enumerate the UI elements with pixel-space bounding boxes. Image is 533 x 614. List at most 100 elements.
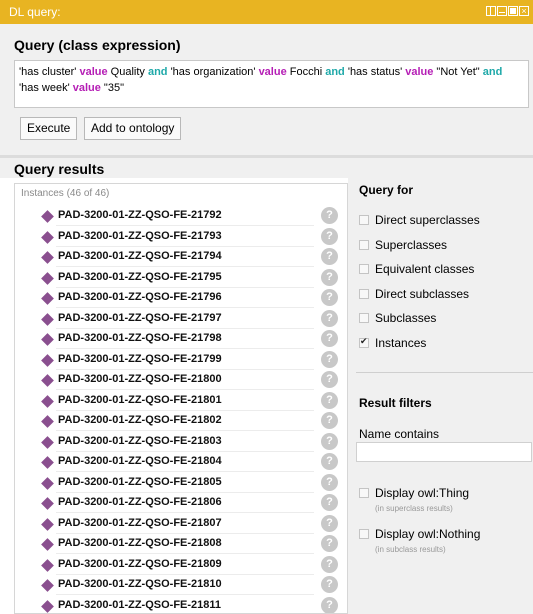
results-list[interactable]: Instances (46 of 46) PAD-3200-01-ZZ-QSO-… xyxy=(14,183,348,614)
explanation-icon[interactable]: ? xyxy=(321,391,338,409)
and-keyword: and xyxy=(325,66,345,78)
result-row[interactable]: PAD-3200-01-ZZ-QSO-FE-21797? xyxy=(15,309,347,329)
individual-diamond-icon xyxy=(41,599,54,613)
individual-name: PAD-3200-01-ZZ-QSO-FE-21809 xyxy=(58,557,222,570)
direct-superclasses-checkbox[interactable] xyxy=(359,215,369,225)
value-keyword: value xyxy=(72,82,101,94)
explanation-icon[interactable]: ? xyxy=(321,576,338,593)
superclasses-label: Superclasses xyxy=(375,237,448,252)
individual-diamond-icon xyxy=(41,230,54,244)
explanation-icon[interactable]: ? xyxy=(321,248,338,265)
display-owl-thing-checkbox[interactable] xyxy=(359,488,369,498)
display-owl-thing-note: (in superclass results) xyxy=(375,504,453,513)
superclasses-checkbox[interactable] xyxy=(359,239,369,250)
explanation-icon[interactable]: ? xyxy=(321,596,338,613)
result-row[interactable]: PAD-3200-01-ZZ-QSO-FE-21798? xyxy=(15,329,347,349)
individual-diamond-icon xyxy=(41,333,54,346)
result-row[interactable]: PAD-3200-01-ZZ-QSO-FE-21803? xyxy=(15,432,347,452)
direct-subclasses-label: Direct subclasses xyxy=(375,286,470,301)
execute-button[interactable]: Execute xyxy=(20,117,78,140)
individual-name: PAD-3200-01-ZZ-QSO-FE-21793 xyxy=(58,229,222,242)
result-row[interactable]: PAD-3200-01-ZZ-QSO-FE-21795? xyxy=(15,268,347,288)
expression-text: Quality xyxy=(107,66,148,78)
display-owl-thing-label: Display owl:Thing xyxy=(375,486,470,500)
result-row[interactable]: PAD-3200-01-ZZ-QSO-FE-21800? xyxy=(15,370,347,390)
explanation-icon[interactable]: ? xyxy=(321,371,338,388)
subclasses-checkbox[interactable] xyxy=(359,313,369,323)
individual-diamond-icon xyxy=(41,476,54,490)
individual-name: PAD-3200-01-ZZ-QSO-FE-21796 xyxy=(58,291,222,303)
explanation-icon[interactable]: ? xyxy=(321,555,338,573)
name-contains-input[interactable] xyxy=(356,442,532,462)
class-expression-editor[interactable]: 'has cluster' value Quality and 'has org… xyxy=(14,60,529,108)
name-contains-label: Name contains xyxy=(359,427,440,441)
result-row[interactable]: PAD-3200-01-ZZ-QSO-FE-21804? xyxy=(15,452,347,472)
result-row[interactable]: PAD-3200-01-ZZ-QSO-FE-21801? xyxy=(15,391,347,411)
result-row[interactable]: PAD-3200-01-ZZ-QSO-FE-21808? xyxy=(15,534,347,554)
equivalent-classes-label: Equivalent classes xyxy=(375,262,475,276)
individual-name: PAD-3200-01-ZZ-QSO-FE-21798 xyxy=(58,332,222,344)
equivalent-classes-checkbox[interactable] xyxy=(359,264,369,274)
add-to-ontology-button[interactable]: Add to ontology xyxy=(84,117,182,140)
maximize-icon[interactable] xyxy=(508,6,518,16)
value-keyword: value xyxy=(258,66,287,78)
explanation-icon[interactable]: ? xyxy=(321,473,338,491)
result-row[interactable]: PAD-3200-01-ZZ-QSO-FE-21805? xyxy=(15,473,347,493)
display-owl-nothing-note: (in subclass results) xyxy=(375,545,446,554)
result-filters-heading: Result filters xyxy=(359,396,432,410)
minimize-icon[interactable] xyxy=(497,6,507,16)
result-row[interactable]: PAD-3200-01-ZZ-QSO-FE-21799? xyxy=(15,350,347,370)
individual-name: PAD-3200-01-ZZ-QSO-FE-21806 xyxy=(58,496,222,508)
result-row[interactable]: PAD-3200-01-ZZ-QSO-FE-21811? xyxy=(15,596,347,613)
view-title-bar: DL query: × xyxy=(0,0,533,24)
result-row[interactable]: PAD-3200-01-ZZ-QSO-FE-21796? xyxy=(15,288,347,308)
results-heading: Query results xyxy=(14,161,105,177)
explanation-icon[interactable]: ? xyxy=(321,432,338,450)
explanation-icon[interactable]: ? xyxy=(321,268,338,286)
result-row[interactable]: PAD-3200-01-ZZ-QSO-FE-21806? xyxy=(15,493,347,513)
individual-name: PAD-3200-01-ZZ-QSO-FE-21807 xyxy=(58,516,222,529)
instances-label: Instances xyxy=(375,335,427,350)
explanation-icon[interactable]: ? xyxy=(321,207,338,224)
individual-diamond-icon xyxy=(41,394,54,408)
display-owl-nothing-checkbox[interactable] xyxy=(359,529,369,539)
explanation-icon[interactable]: ? xyxy=(321,453,338,470)
expression-text: Focchi xyxy=(286,66,326,78)
view-controls: × xyxy=(486,6,529,16)
result-row[interactable]: PAD-3200-01-ZZ-QSO-FE-21802? xyxy=(15,411,347,431)
individual-name: PAD-3200-01-ZZ-QSO-FE-21810 xyxy=(58,578,222,590)
explanation-icon[interactable]: ? xyxy=(321,330,338,347)
individual-diamond-icon xyxy=(41,353,54,367)
result-row[interactable]: PAD-3200-01-ZZ-QSO-FE-21793? xyxy=(15,227,347,247)
direct-superclasses-label: Direct superclasses xyxy=(375,213,480,227)
individual-name: PAD-3200-01-ZZ-QSO-FE-21803 xyxy=(58,434,222,447)
individual-name: PAD-3200-01-ZZ-QSO-FE-21794 xyxy=(58,250,222,262)
individual-name: PAD-3200-01-ZZ-QSO-FE-21795 xyxy=(58,270,222,283)
individual-name: PAD-3200-01-ZZ-QSO-FE-21800 xyxy=(58,373,222,385)
individual-name: PAD-3200-01-ZZ-QSO-FE-21801 xyxy=(58,393,222,406)
explanation-icon[interactable]: ? xyxy=(321,535,338,552)
explanation-icon[interactable]: ? xyxy=(321,350,338,368)
explanation-icon[interactable]: ? xyxy=(321,412,338,429)
instances-checkbox[interactable] xyxy=(359,336,369,348)
explanation-icon[interactable]: ? xyxy=(321,514,338,532)
explanation-icon[interactable]: ? xyxy=(321,309,338,327)
individual-diamond-icon xyxy=(41,271,54,285)
individual-diamond-icon xyxy=(41,579,54,592)
value-keyword: value xyxy=(405,66,434,78)
individual-diamond-icon xyxy=(41,251,54,264)
explanation-icon[interactable]: ? xyxy=(321,494,338,511)
explanation-icon[interactable]: ? xyxy=(321,289,338,306)
split-view-icon[interactable] xyxy=(486,6,496,16)
close-icon[interactable]: × xyxy=(519,6,529,16)
individual-diamond-icon xyxy=(41,292,54,305)
query-heading: Query (class expression) xyxy=(14,37,181,53)
result-row[interactable]: PAD-3200-01-ZZ-QSO-FE-21810? xyxy=(15,575,347,595)
result-row[interactable]: PAD-3200-01-ZZ-QSO-FE-21794? xyxy=(15,247,347,267)
direct-subclasses-checkbox[interactable] xyxy=(359,288,369,299)
result-row[interactable]: PAD-3200-01-ZZ-QSO-FE-21807? xyxy=(15,514,347,534)
options-divider xyxy=(356,372,533,373)
explanation-icon[interactable]: ? xyxy=(321,227,338,245)
result-row[interactable]: PAD-3200-01-ZZ-QSO-FE-21792? xyxy=(15,206,347,226)
result-row[interactable]: PAD-3200-01-ZZ-QSO-FE-21809? xyxy=(15,555,347,575)
